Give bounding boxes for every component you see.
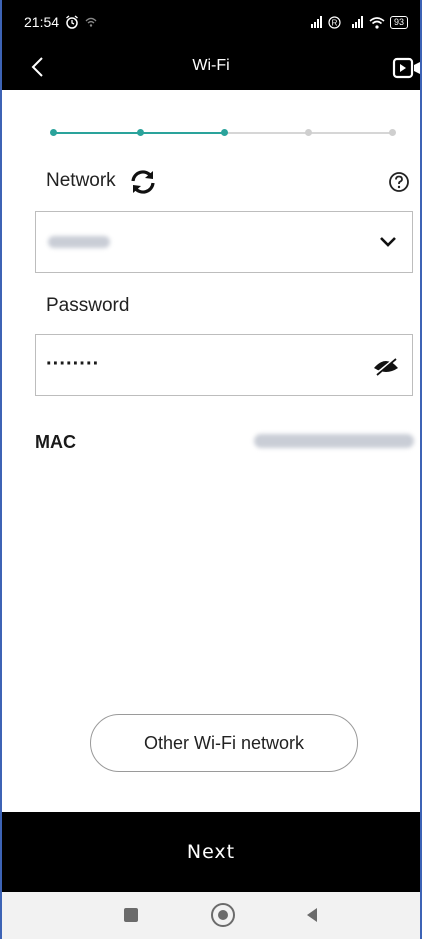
status-bar: 21:54 R 93	[2, 0, 420, 44]
battery-indicator: 93	[389, 15, 408, 29]
network-label: Network	[46, 170, 116, 191]
chevron-down-icon[interactable]	[378, 232, 398, 252]
app-frame: 21:54 R 93 Wi-Fi Network Password ······…	[0, 0, 422, 939]
signal-icon	[310, 16, 322, 28]
system-nav-bar	[2, 892, 420, 939]
network-select[interactable]	[35, 211, 413, 273]
roaming-icon: R	[328, 15, 341, 29]
other-wifi-network-button[interactable]: Other Wi-Fi network	[90, 714, 358, 772]
password-value[interactable]: ········	[46, 353, 99, 376]
alarm-icon	[66, 15, 78, 29]
step-dot-completed	[137, 129, 144, 136]
step-dot-completed	[50, 129, 57, 136]
svg-text:R: R	[332, 18, 338, 27]
refresh-icon[interactable]	[128, 168, 158, 196]
password-field[interactable]: ········	[35, 334, 413, 396]
step-connector	[53, 132, 140, 134]
next-button[interactable]: Next	[2, 812, 420, 892]
wifi-icon	[369, 16, 385, 29]
step-dot-pending	[389, 129, 396, 136]
recent-apps-icon[interactable]	[124, 908, 138, 922]
eye-off-icon[interactable]	[372, 352, 400, 378]
back-triangle-icon[interactable]	[303, 906, 321, 924]
step-dot-current	[221, 129, 228, 136]
password-label: Password	[46, 295, 130, 316]
question-circle-icon[interactable]	[388, 171, 410, 193]
mac-value-redacted	[254, 434, 414, 448]
step-connector	[311, 132, 395, 134]
mac-label: MAC	[35, 432, 76, 452]
step-connector	[140, 132, 227, 134]
progress-stepper	[50, 128, 398, 138]
network-name-redacted	[48, 236, 110, 248]
video-guide-icon[interactable]	[390, 56, 420, 80]
wifi-small-icon	[85, 17, 97, 27]
step-connector	[227, 132, 311, 134]
page-title: Wi-Fi	[192, 57, 230, 74]
status-time: 21:54	[24, 14, 60, 30]
top-nav-bar: Wi-Fi	[2, 44, 420, 90]
home-icon[interactable]	[211, 903, 235, 927]
step-dot-pending	[305, 129, 312, 136]
signal-2-icon	[351, 16, 363, 28]
